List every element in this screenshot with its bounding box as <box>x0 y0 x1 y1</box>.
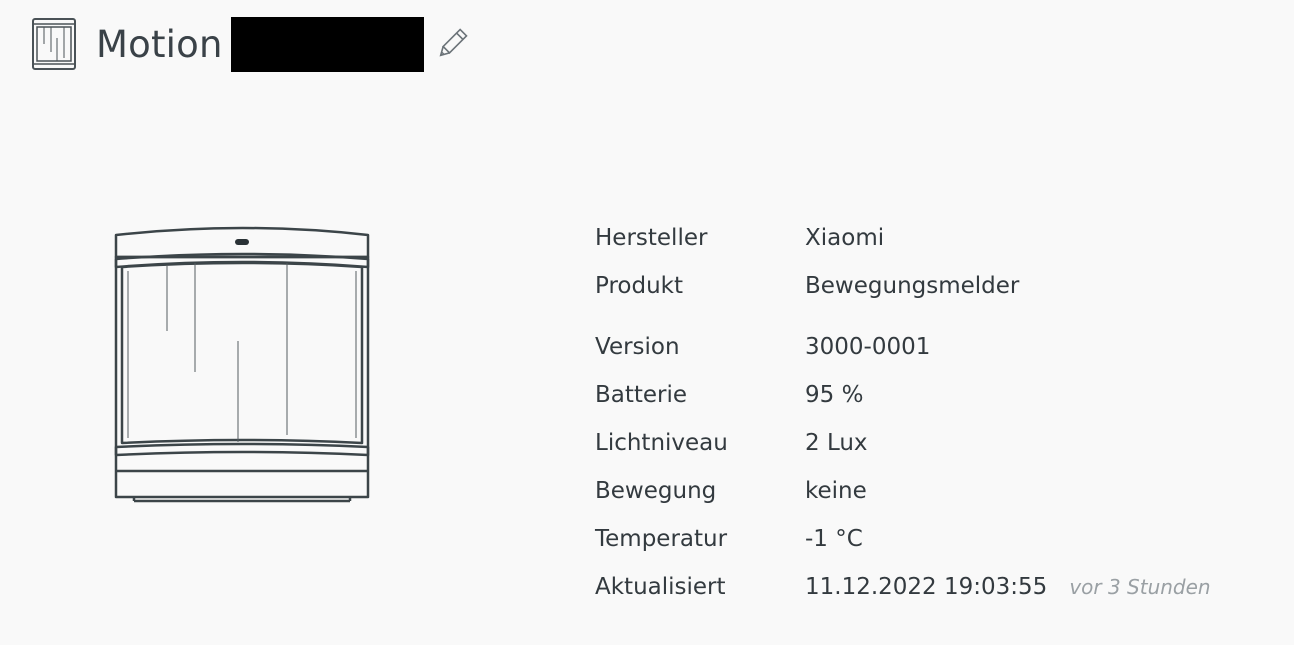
redacted-name-block <box>230 16 424 72</box>
info-row-hersteller: Hersteller Xiaomi <box>595 214 1211 262</box>
motion-sensor-icon <box>30 16 78 72</box>
batterie-label: Batterie <box>595 382 688 408</box>
info-row-aktualisiert: Aktualisiert 11.12.2022 19:03:55 vor 3 St… <box>595 563 1211 611</box>
pencil-icon[interactable] <box>434 26 470 62</box>
temperatur-label: Temperatur <box>595 526 728 552</box>
info-row-temperatur: Temperatur -1 °C <box>595 515 1211 563</box>
info-row-version: Version 3000-0001 <box>595 323 1211 371</box>
page-header: Motion <box>30 16 470 72</box>
info-row-batterie: Batterie 95 % <box>595 371 1211 419</box>
temperatur-value: -1 °C <box>805 526 863 552</box>
version-label: Version <box>595 334 680 360</box>
motion-sensor-illustration <box>110 225 376 507</box>
version-value: 3000-0001 <box>805 334 931 360</box>
row-spacer <box>595 310 1211 323</box>
batterie-value: 95 % <box>805 382 864 408</box>
info-row-bewegung: Bewegung keine <box>595 467 1211 515</box>
produkt-value: Bewegungsmelder <box>805 273 1020 299</box>
lichtniveau-label: Lichtniveau <box>595 430 728 456</box>
aktualisiert-relative-time: vor 3 Stunden <box>1069 575 1211 599</box>
produkt-label: Produkt <box>595 273 684 299</box>
hersteller-value: Xiaomi <box>805 225 885 251</box>
info-row-lichtniveau: Lichtniveau 2 Lux <box>595 419 1211 467</box>
bewegung-value: keine <box>805 478 867 504</box>
bewegung-label: Bewegung <box>595 478 717 504</box>
lichtniveau-value: 2 Lux <box>805 430 868 456</box>
aktualisiert-cell: 11.12.2022 19:03:55 vor 3 Stunden <box>805 563 1211 611</box>
aktualisiert-value: 11.12.2022 19:03:55 <box>805 574 1048 600</box>
page-title: Motion <box>96 22 223 66</box>
hersteller-label: Hersteller <box>595 225 708 251</box>
device-info-table: Hersteller Xiaomi Produkt Bewegungsmelde… <box>595 214 1211 611</box>
info-row-produkt: Produkt Bewegungsmelder <box>595 262 1211 310</box>
aktualisiert-label: Aktualisiert <box>595 574 726 600</box>
